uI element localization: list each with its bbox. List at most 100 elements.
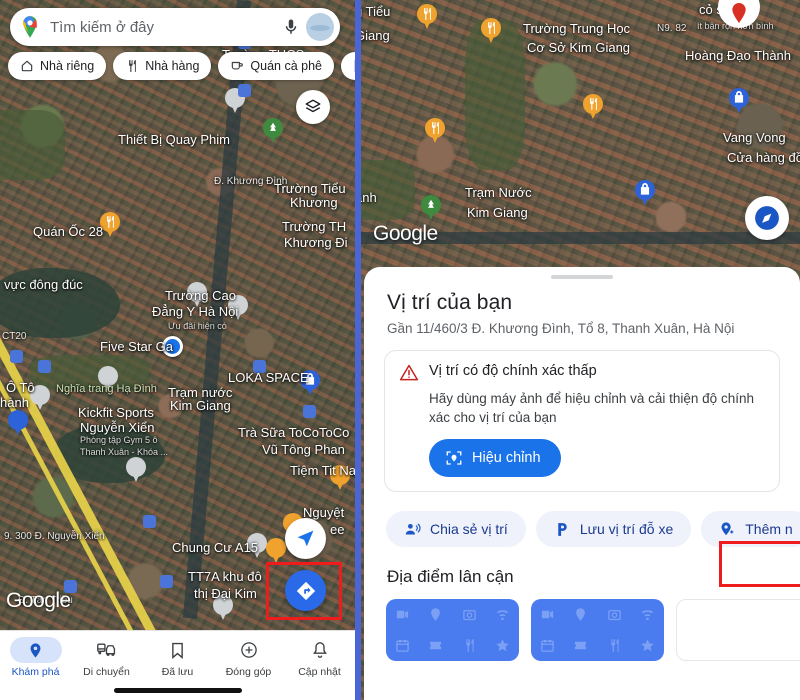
map-label: Trạm nước	[168, 385, 233, 400]
map-poi-pin[interactable]	[213, 595, 233, 622]
saved-place-marker[interactable]	[718, 0, 760, 28]
map-poi-pin[interactable]	[30, 385, 50, 412]
nav-item-cap-nhat[interactable]: Cập nhật	[284, 631, 355, 700]
home-icon	[21, 60, 33, 72]
transit-icon[interactable]	[160, 575, 173, 588]
sheet-drag-handle[interactable]	[551, 275, 613, 279]
nav-icon-wrap	[9, 637, 62, 663]
add-place-icon	[721, 521, 734, 535]
map-green-area	[0, 110, 65, 180]
transit-icon[interactable]	[143, 515, 156, 528]
map-poi-pin[interactable]	[126, 457, 146, 484]
layers-icon	[305, 99, 321, 113]
action-label: Chia sẻ vị trí	[430, 521, 508, 537]
search-bar[interactable]: Tìm kiếm ở đây	[10, 8, 340, 46]
map-poi-pin[interactable]	[729, 88, 749, 115]
action-save-parking[interactable]: Lưu vị trí đỗ xe	[535, 511, 692, 547]
map-label: Thiết Bị Quay Phim	[118, 132, 230, 147]
nearby-card[interactable]	[676, 599, 800, 661]
nav-item-kham-pha[interactable]: Khám phá	[0, 631, 71, 700]
action-label: Thêm n	[745, 521, 793, 537]
google-watermark: Google	[373, 222, 438, 245]
map-highway	[0, 295, 180, 680]
map-poi-pin[interactable]	[266, 538, 286, 565]
action-add-place[interactable]: Thêm n	[701, 511, 800, 547]
nearby-card[interactable]	[531, 599, 664, 661]
my-location-button[interactable]	[285, 518, 326, 559]
map-poi-pin[interactable]	[330, 465, 350, 492]
chip-quan-ca-phe[interactable]: Quán cà phê	[218, 52, 335, 80]
transit-icon[interactable]	[38, 360, 51, 373]
map-poi-pin[interactable]	[247, 533, 267, 560]
navigation-arrow-icon	[297, 530, 314, 547]
compass-button[interactable]	[745, 196, 789, 240]
nearby-card[interactable]	[386, 599, 519, 661]
map-label: Hoàng Đạo Thành	[685, 48, 792, 63]
camera-icon	[462, 610, 476, 621]
map-label: Quán Ốc 28	[33, 224, 104, 239]
directions-button[interactable]	[285, 570, 326, 611]
calibrate-button-label: Hiệu chỉnh	[472, 450, 541, 466]
chip-tram-xang[interactable]: Tra	[341, 52, 355, 80]
map-label: Kim Giang	[467, 205, 528, 220]
calibrate-button[interactable]: Hiệu chỉnh	[429, 439, 561, 477]
commute-icon	[97, 642, 116, 656]
map-poi-pin[interactable]	[8, 410, 28, 437]
map-label: Chung Cư A15	[172, 540, 259, 555]
current-location-dot	[162, 336, 183, 357]
directions-arrow-icon	[296, 581, 315, 600]
restaurant-icon	[129, 60, 137, 72]
microphone-icon[interactable]	[282, 16, 300, 38]
map-poi-pin[interactable]	[263, 118, 283, 145]
bookmark-icon	[172, 642, 183, 659]
screenshot-root: Thiết Bị Quay Phim Đ. Khương Đình Trường T…	[0, 0, 800, 700]
search-input[interactable]: Tìm kiếm ở đây	[50, 19, 282, 36]
transit-icon[interactable]	[253, 360, 266, 373]
map-poi-pin[interactable]	[481, 18, 501, 45]
map-poi-pin[interactable]	[425, 118, 445, 145]
map-label: Kickfit Sports	[78, 405, 154, 420]
chip-nha-hang[interactable]: Nhà hàng	[113, 52, 212, 80]
star-icon	[641, 639, 654, 652]
map-poi-pin[interactable]	[228, 295, 248, 322]
map-label: ee	[330, 522, 345, 537]
pin-icon	[431, 608, 441, 621]
map-poi-pin[interactable]	[583, 94, 603, 121]
map-layers-button[interactable]	[296, 90, 330, 124]
nearby-card-glyphs	[386, 599, 519, 661]
nav-icon-wrap	[223, 637, 275, 663]
map-poi-pin[interactable]	[300, 370, 320, 397]
chip-nha-rieng[interactable]: Nhà riêng	[8, 52, 107, 80]
page-title: Vị trí của bạn	[387, 291, 513, 314]
chip-label: Nhà hàng	[145, 59, 200, 73]
action-share-location[interactable]: Chia sẻ vị trí	[386, 511, 526, 547]
map-label: N9. 82	[657, 23, 687, 34]
account-avatar[interactable]	[306, 13, 334, 41]
nearby-card-glyphs	[531, 599, 664, 661]
map-poi-pin[interactable]	[421, 195, 441, 222]
transit-icon[interactable]	[10, 350, 23, 363]
transit-icon[interactable]	[303, 405, 316, 418]
chip-label: Quán cà phê	[250, 59, 323, 73]
map-green-area	[355, 160, 415, 220]
panel-divider	[355, 0, 361, 700]
map-label: Trạm Nước	[465, 185, 532, 200]
map-poi-pin[interactable]	[98, 366, 118, 393]
map-poi-pin[interactable]	[187, 282, 207, 309]
map-water-body	[0, 268, 120, 338]
place-bottom-sheet: Vị trí của bạn Gần 11/460/3 Đ. Khương Đì…	[364, 267, 800, 700]
star-icon	[496, 639, 509, 652]
transit-icon[interactable]	[238, 84, 251, 97]
calendar-icon	[541, 639, 554, 652]
chip-label: Nhà riêng	[40, 59, 95, 73]
map-poi-pin[interactable]	[100, 212, 120, 239]
ticket-icon	[430, 641, 442, 650]
map-label: Trường Tiểu	[274, 181, 346, 196]
wifi-icon	[496, 610, 508, 621]
nearby-card-list	[386, 599, 800, 661]
nav-icon-wrap	[294, 637, 346, 663]
map-poi-pin[interactable]	[417, 4, 437, 31]
maps-logo-icon	[22, 16, 37, 38]
map-label: Vang Vong	[723, 130, 786, 145]
map-poi-pin[interactable]	[635, 180, 655, 207]
